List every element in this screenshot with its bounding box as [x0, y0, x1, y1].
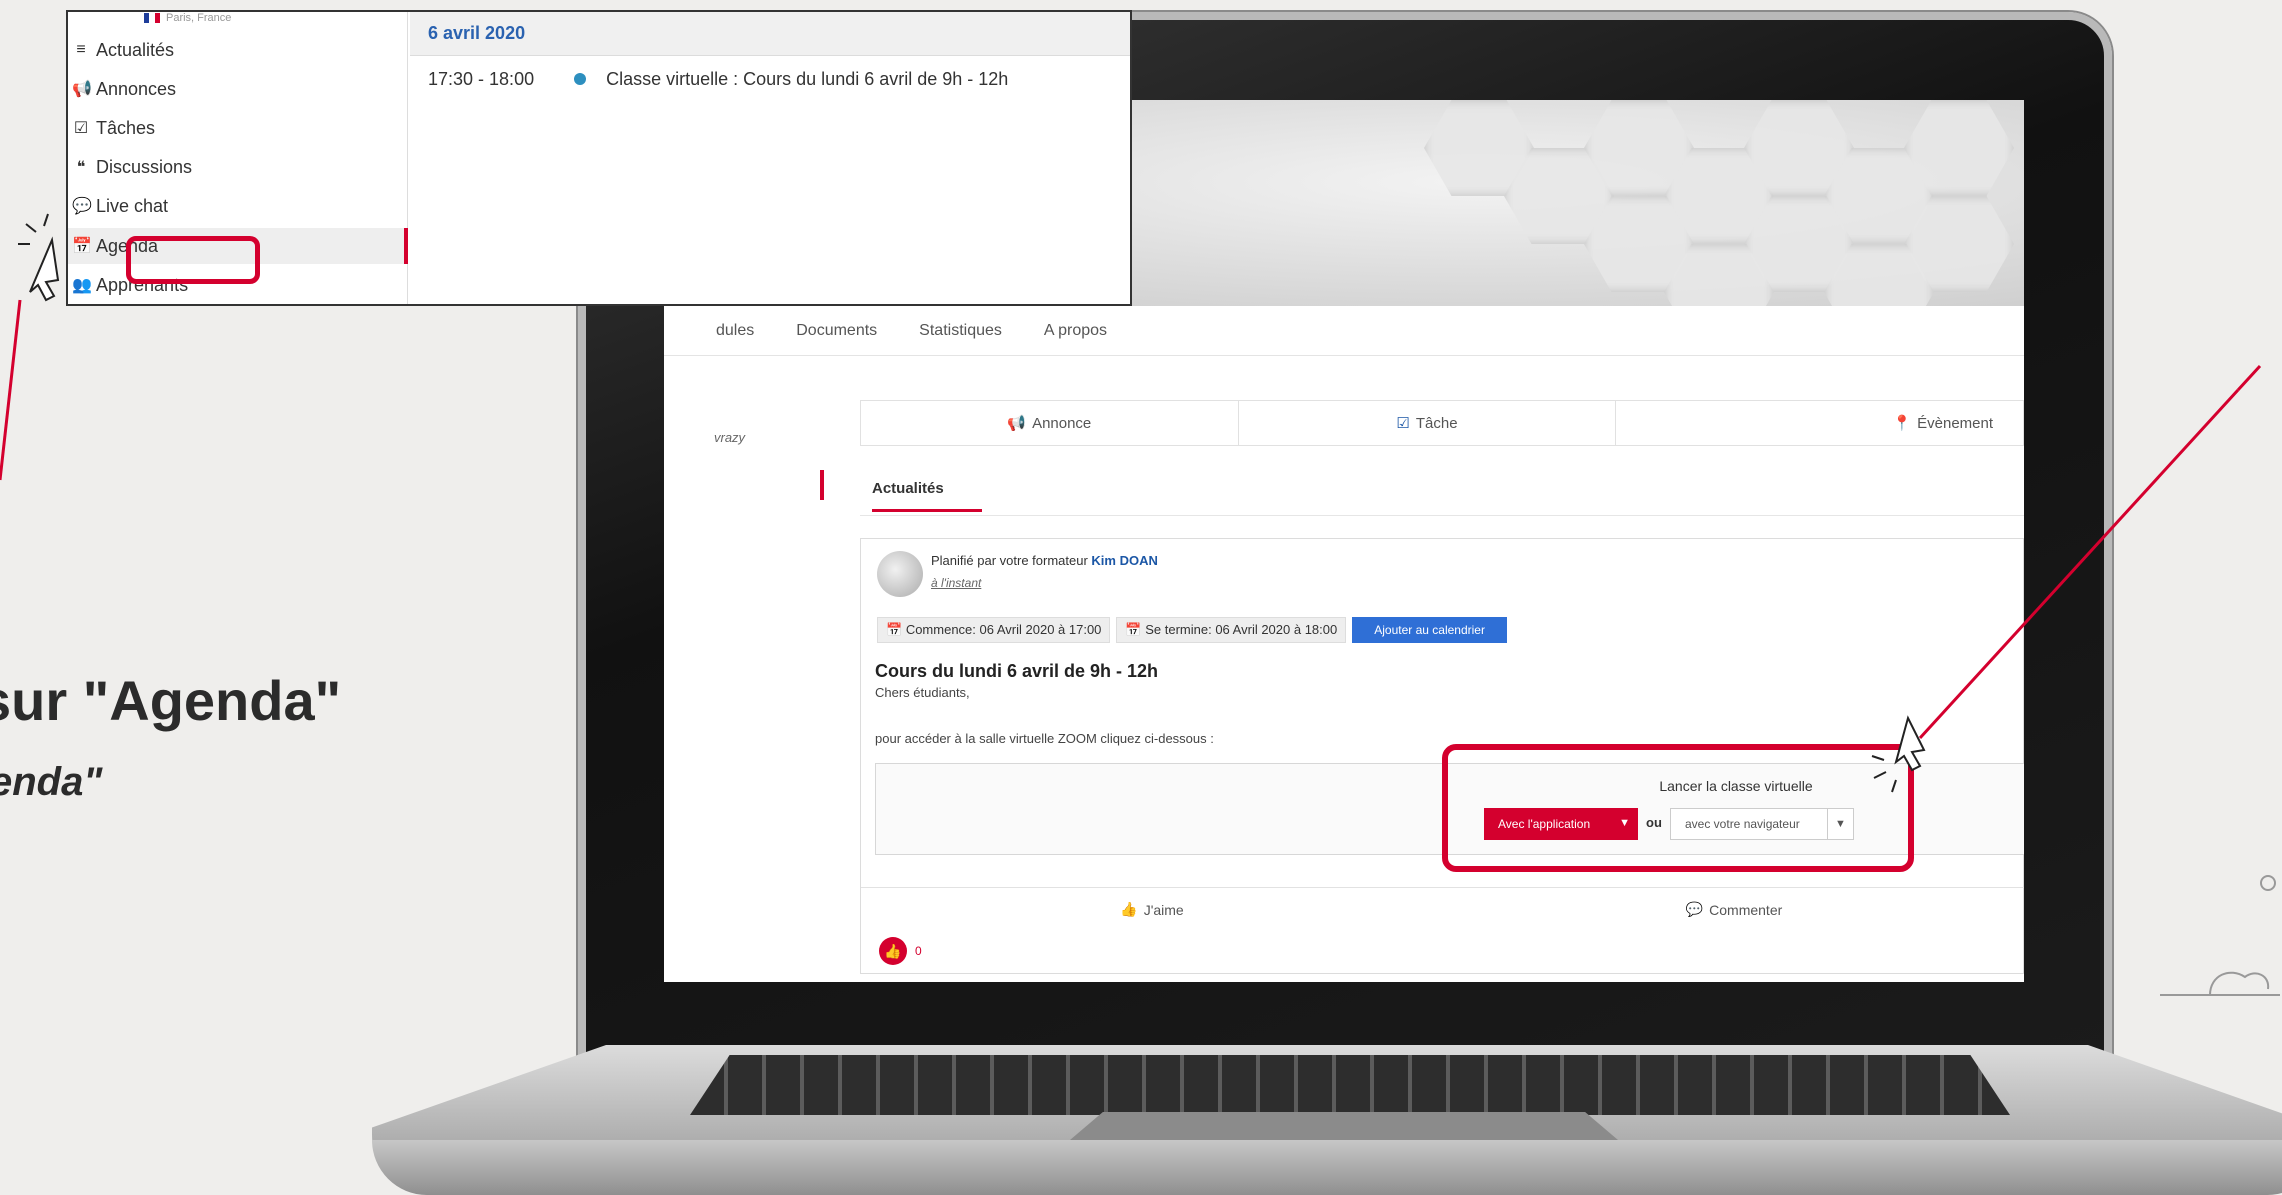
course-tabs: dules Documents Statistiques A propos	[664, 306, 2024, 356]
tache-label: Tâche	[1415, 414, 1458, 432]
evenement-label: Évènement	[1917, 414, 1994, 432]
sidebar-item-label: Discussions	[96, 156, 193, 177]
tab-statistiques[interactable]: Statistiques	[919, 322, 1002, 340]
sidebar-item-actualites[interactable]: ≡ Actualités	[68, 32, 408, 68]
megaphone-icon: 📢	[1007, 415, 1027, 432]
tab-modules[interactable]: dules	[716, 322, 754, 340]
start-date-text: Commence: 06 Avril 2020 à 17:00	[905, 622, 1102, 637]
quote-icon: ❝	[76, 159, 86, 176]
agenda-date-header: 6 avril 2020	[410, 12, 1130, 56]
decorative-circle	[2260, 875, 2276, 891]
event-dates: 📅 Commence: 06 Avril 2020 à 17:00 📅 Se t…	[877, 617, 1507, 643]
agenda-pane: 6 avril 2020 17:30 - 18:00 Classe virtue…	[410, 12, 1130, 304]
like-label: J'aime	[1143, 901, 1184, 918]
thumbs-up-icon: 👍	[879, 937, 907, 965]
france-flag-icon	[144, 13, 160, 23]
planned-by-text: Planifié par votre formateur	[931, 553, 1088, 568]
like-count: 0	[915, 944, 922, 958]
cloud-icon	[2160, 971, 2280, 996]
event-entry: Classe virtuelle : Cours du lundi 6 avri…	[574, 69, 1008, 90]
laptop-base-edge	[372, 1140, 2282, 1195]
list-icon: ≡	[76, 41, 86, 58]
instruction-caption-italic: enda"	[0, 760, 103, 804]
end-date-badge: 📅 Se termine: 06 Avril 2020 à 18:00	[1116, 617, 1347, 643]
location-text: Paris, France	[166, 12, 232, 24]
tab-a-propos[interactable]: A propos	[1044, 322, 1107, 340]
agenda-highlight-box	[126, 236, 260, 284]
event-time: 17:30 - 18:00	[428, 68, 535, 89]
sidebar-item-label: Actualités	[96, 39, 175, 60]
megaphone-icon: 📢	[72, 81, 92, 98]
launch-highlight-box	[1442, 744, 1914, 872]
add-to-calendar-button[interactable]: Ajouter au calendrier	[1352, 617, 1507, 643]
tab-actualites[interactable]: Actualités	[872, 480, 982, 512]
sidebar-item-live-chat[interactable]: 💬 Live chat	[68, 188, 408, 224]
laptop-keyboard	[690, 1055, 2010, 1115]
checkbox-icon: ☑	[73, 120, 89, 137]
avatar	[877, 551, 923, 597]
chat-bubble-icon: 💬	[72, 198, 92, 215]
start-date-badge: 📅 Commence: 06 Avril 2020 à 17:00	[877, 617, 1111, 643]
left-column: vrazy	[664, 400, 824, 500]
annonce-button[interactable]: 📢 Annonce	[861, 401, 1239, 445]
end-date-text: Se termine: 06 Avril 2020 à 18:00	[1145, 622, 1338, 637]
left-column-label: vrazy	[714, 430, 746, 445]
feed-tabs: Actualités	[860, 470, 2024, 516]
sidebar-item-label: Tâches	[96, 117, 156, 138]
course-sidebar: Paris, France ≡ Actualités 📢 Annonces ☑ …	[68, 12, 408, 304]
calendar-icon: 📅	[72, 238, 92, 255]
location-line: Paris, France	[144, 12, 231, 24]
post-body: pour accéder à la salle virtuelle ZOOM c…	[875, 731, 1214, 746]
checkbox-icon: ☑	[1396, 415, 1410, 432]
comment-label: Commenter	[1709, 901, 1783, 918]
annonce-label: Annonce	[1032, 414, 1092, 432]
post-meta: Planifié par votre formateur Kim DOAN à …	[931, 553, 1158, 590]
sidebar-item-label: Live chat	[96, 195, 169, 216]
event-title[interactable]: Classe virtuelle : Cours du lundi 6 avri…	[606, 69, 1008, 90]
instruction-caption: sur "Agenda"	[0, 669, 342, 732]
author-link[interactable]: Kim DOAN	[1091, 553, 1157, 568]
post-title: Cours du lundi 6 avril de 9h - 12h	[875, 661, 1159, 681]
comment-icon: 💬	[1685, 901, 1704, 917]
map-pin-icon: 📍	[1892, 415, 1912, 432]
sidebar-item-label: Annonces	[96, 78, 177, 99]
thumbs-up-icon: 👍	[1120, 901, 1138, 917]
users-icon: 👥	[72, 277, 92, 294]
post-time[interactable]: à l'instant	[931, 576, 1158, 590]
tache-button[interactable]: ☑ Tâche	[1239, 401, 1617, 445]
like-summary: 👍 0	[879, 937, 922, 965]
like-button[interactable]: 👍 J'aime	[861, 888, 1443, 931]
evenement-button[interactable]: 📍 Évènement	[1616, 401, 2023, 445]
tab-documents[interactable]: Documents	[796, 322, 877, 340]
post-type-bar: 📢 Annonce ☑ Tâche 📍 Évènement	[860, 400, 2024, 446]
agenda-popup: Paris, France ≡ Actualités 📢 Annonces ☑ …	[66, 10, 1132, 306]
active-indicator	[820, 470, 824, 500]
sidebar-item-annonces[interactable]: 📢 Annonces	[68, 71, 408, 107]
laptop-trackpad	[1070, 1112, 1618, 1140]
sidebar-item-discussions[interactable]: ❝ Discussions	[68, 149, 408, 185]
comment-button[interactable]: 💬 Commenter	[1443, 888, 2024, 931]
agenda-event-row[interactable]: 17:30 - 18:00 Classe virtuelle : Cours d…	[410, 56, 1130, 102]
event-dot-icon	[574, 73, 587, 85]
post-actions: 👍 J'aime 💬 Commenter	[861, 887, 2024, 931]
sidebar-item-taches[interactable]: ☑ Tâches	[68, 110, 408, 146]
post-greeting: Chers étudiants,	[875, 685, 970, 700]
click-cursor-icon	[18, 213, 60, 302]
